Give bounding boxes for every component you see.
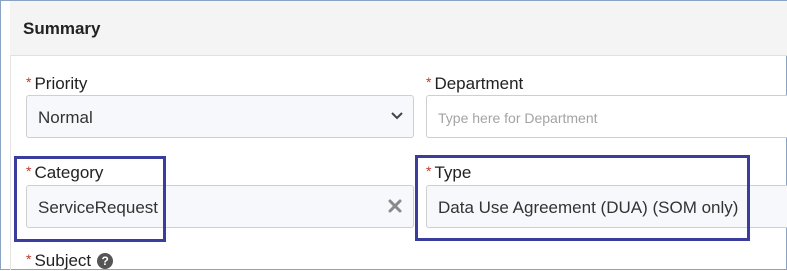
question-circle-icon[interactable]: ? (97, 253, 114, 269)
category-highlight-box (14, 156, 166, 242)
department-placeholder: Type here for Department (438, 110, 598, 126)
required-marker: * (426, 74, 432, 90)
subject-label: * Subject? (26, 251, 114, 271)
department-label-text: Department (434, 74, 524, 93)
priority-label: * Priority (26, 74, 87, 94)
close-icon[interactable] (387, 198, 403, 214)
panel-divider (10, 55, 11, 270)
required-marker: * (26, 251, 32, 267)
type-highlight-box (415, 155, 750, 241)
chevron-down-icon (391, 112, 403, 120)
summary-panel-header: Summary (10, 1, 787, 56)
required-marker: * (26, 74, 32, 90)
subject-label-text: Subject (34, 251, 92, 270)
priority-select[interactable]: Normal (26, 95, 414, 138)
department-label: * Department (426, 74, 523, 94)
panel-title: Summary (23, 19, 101, 38)
priority-label-text: Priority (34, 74, 88, 93)
department-input[interactable]: Type here for Department (426, 95, 787, 138)
priority-value: Normal (38, 108, 93, 127)
